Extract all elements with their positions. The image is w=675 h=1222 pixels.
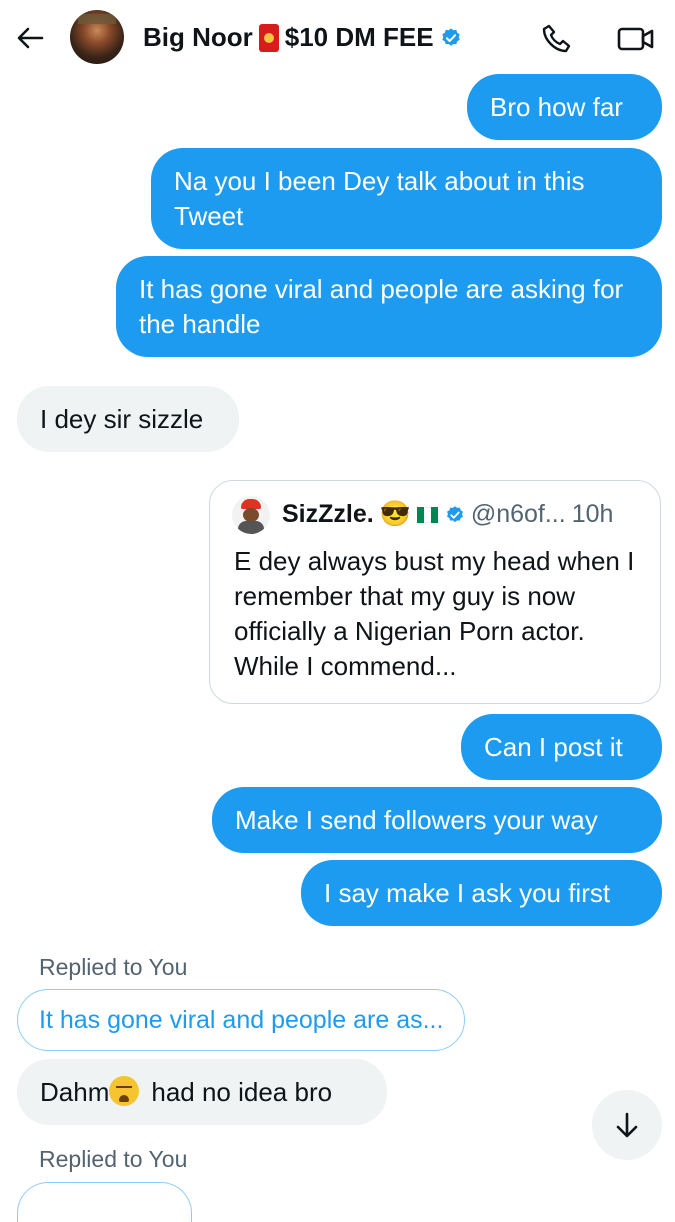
message-bubble-outgoing[interactable]: Make I send followers your way <box>212 787 662 853</box>
sunglasses-emoji: 😎 <box>379 500 411 528</box>
quoted-author-name: SizZzle. <box>282 500 374 528</box>
message-bubble-outgoing[interactable]: I say make I ask you first <box>301 860 662 926</box>
message-bubble-outgoing[interactable]: It has gone viral and people are asking … <box>116 256 662 357</box>
arrow-down-icon <box>616 1112 638 1138</box>
video-camera-icon[interactable] <box>616 24 656 54</box>
verified-badge-icon <box>441 27 460 46</box>
message-prefix: Dahm <box>40 1077 110 1107</box>
phone-icon[interactable] <box>540 22 574 56</box>
contact-name: Big Noor <box>143 22 253 52</box>
red-envelope-icon <box>258 23 279 52</box>
chat-header: Big Noor $10 DM FEE <box>0 0 675 76</box>
message-bubble-outgoing[interactable]: Can I post it <box>461 714 662 780</box>
avatar[interactable] <box>70 10 124 64</box>
arrow-left-icon[interactable] <box>14 22 46 54</box>
quoted-tweet-header: SizZzle. 😎 @n6of... 10h <box>282 500 613 529</box>
replied-to-label: Replied to You <box>39 954 188 980</box>
verified-badge-icon <box>446 505 463 522</box>
message-bubble-incoming[interactable]: I dey sir sizzle <box>17 386 239 452</box>
dm-fee-label: $10 DM FEE <box>284 22 434 52</box>
message-bubble-incoming[interactable]: Dahm had no idea bro <box>17 1059 387 1125</box>
message-text: had no idea bro <box>151 1077 333 1107</box>
nigeria-flag-icon <box>416 506 439 523</box>
quoted-tweet-text: E dey always bust my head when I remembe… <box>234 546 635 681</box>
quoted-tweet-avatar <box>232 496 270 534</box>
quoted-tweet-card[interactable]: SizZzle. 😎 @n6of... 10h E dey always bus… <box>209 480 661 704</box>
quoted-author-handle: @n6of... <box>470 500 566 528</box>
conversation-title[interactable]: Big Noor $10 DM FEE <box>143 22 462 53</box>
reply-reference[interactable] <box>17 1182 192 1222</box>
quoted-tweet-time: 10h <box>571 500 614 528</box>
message-bubble-outgoing[interactable]: Bro how far <box>467 74 662 140</box>
scroll-to-bottom-button[interactable] <box>592 1090 662 1160</box>
replied-to-label: Replied to You <box>39 1146 188 1172</box>
weary-face-emoji <box>109 1076 140 1106</box>
message-bubble-outgoing[interactable]: Na you I been Dey talk about in this Twe… <box>151 148 662 249</box>
reply-reference[interactable]: It has gone viral and people are as... <box>17 989 465 1051</box>
